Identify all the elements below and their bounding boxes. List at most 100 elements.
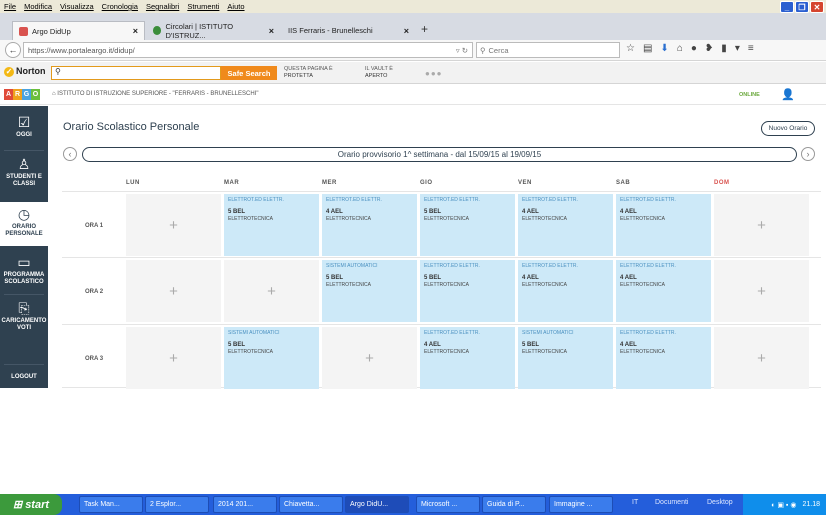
clock: 21.18: [802, 501, 820, 508]
tab-circolari[interactable]: Circolari | ISTITUTO D'ISTRUZ... ×: [147, 21, 280, 40]
maximize-icon[interactable]: ❐: [795, 1, 809, 13]
menu-file[interactable]: File: [4, 2, 16, 11]
taskbar-item[interactable]: Microsoft ...: [416, 496, 480, 513]
taskbar-item[interactable]: Immagine ...: [549, 496, 613, 513]
language-indicator[interactable]: IT: [632, 499, 638, 506]
page-protected-status[interactable]: QUESTA PAGINA È PROTETTA: [284, 66, 333, 80]
empty-slot-cell[interactable]: +: [126, 327, 221, 389]
new-schedule-button[interactable]: Nuovo Orario: [761, 121, 815, 136]
add-lesson-icon[interactable]: +: [714, 260, 809, 322]
vault-status[interactable]: IL VAULT È APERTO: [365, 66, 393, 80]
lesson-cell[interactable]: ELETTROT.ED ELETTR. 4 AEL ELETTROTECNICA: [616, 194, 711, 256]
documents-toolbar[interactable]: Documenti: [655, 499, 688, 506]
add-lesson-icon[interactable]: +: [126, 194, 221, 256]
user-icon[interactable]: 👤: [781, 88, 795, 101]
home-icon[interactable]: ⌂: [677, 43, 683, 54]
screen: File Modifica Visualizza Cronologia Segn…: [0, 0, 826, 515]
add-lesson-icon[interactable]: +: [126, 327, 221, 389]
dropdown-icon[interactable]: ▾: [735, 43, 740, 54]
empty-slot-cell[interactable]: +: [714, 260, 809, 322]
back-button[interactable]: ←: [5, 42, 21, 58]
lesson-cell[interactable]: ELETTROT.ED ELETTR. 5 BEL ELETTROTECNICA: [420, 260, 515, 322]
empty-slot-cell[interactable]: +: [322, 327, 417, 389]
pocket-icon[interactable]: ❥: [705, 43, 713, 54]
menu-visualizza[interactable]: Visualizza: [60, 2, 94, 11]
menu-segnalibri[interactable]: Segnalibri: [146, 2, 179, 11]
safe-search-button[interactable]: Safe Search: [221, 66, 277, 80]
minimize-icon[interactable]: _: [780, 1, 794, 13]
desktop-toolbar[interactable]: Desktop: [707, 499, 733, 506]
add-lesson-icon[interactable]: +: [126, 260, 221, 322]
sidebar-item-programma[interactable]: ▭ PROGRAMMA SCOLASTICO: [0, 254, 48, 286]
menu-aiuto[interactable]: Aiuto: [227, 2, 244, 11]
empty-slot-cell[interactable]: +: [224, 260, 319, 322]
lesson-subject: ELETTROT.ED ELETTR.: [620, 330, 676, 336]
sidebar-item-orario-personale[interactable]: ◷ ORARIO PERSONALE: [0, 202, 48, 246]
add-lesson-icon[interactable]: +: [714, 327, 809, 389]
empty-slot-cell[interactable]: +: [126, 260, 221, 322]
lesson-cell[interactable]: ELETTROT.ED ELETTR. 4 AEL ELETTROTECNICA: [322, 194, 417, 256]
empty-slot-cell[interactable]: +: [126, 194, 221, 256]
new-tab-button[interactable]: +: [421, 22, 428, 36]
prev-week-button[interactable]: ‹: [63, 147, 77, 161]
norton-more-icon[interactable]: ●●●: [425, 69, 443, 78]
url-bar[interactable]: https://www.portaleargo.it/didup/ ▿ ↻: [23, 42, 473, 58]
taskbar-item[interactable]: Task Man...: [79, 496, 143, 513]
reading-list-icon[interactable]: ▤: [643, 43, 652, 54]
add-lesson-icon[interactable]: +: [714, 194, 809, 256]
lesson-cell[interactable]: ELETTROT.ED ELETTR. 5 BEL ELETTROTECNICA: [224, 194, 319, 256]
lesson-cell[interactable]: ELETTROT.ED ELETTR. 4 AEL ELETTROTECNICA: [518, 194, 613, 256]
lesson-cell[interactable]: SISTEMI AUTOMATICI 5 BEL ELETTROTECNICA: [518, 327, 613, 389]
lesson-cell[interactable]: SISTEMI AUTOMATICI 5 BEL ELETTROTECNICA: [322, 260, 417, 322]
download-icon[interactable]: ⬇: [660, 43, 668, 54]
menu-cronologia[interactable]: Cronologia: [102, 2, 138, 11]
book-icon: ▭: [17, 254, 31, 270]
grid-line: [62, 257, 821, 258]
clipboard-icon[interactable]: ▮: [721, 43, 727, 54]
next-week-button[interactable]: ›: [801, 147, 815, 161]
lesson-cell[interactable]: ELETTROT.ED ELETTR. 4 AEL ELETTROTECNICA: [420, 327, 515, 389]
lesson-specialization: ELETTROTECNICA: [522, 216, 568, 222]
menu-modifica[interactable]: Modifica: [24, 2, 52, 11]
taskbar-item[interactable]: 2 Esplor...: [145, 496, 209, 513]
argo-logo: A R G O: [4, 89, 40, 100]
sidebar-item-studenti-classi[interactable]: ♙ STUDENTI E CLASSI: [0, 156, 48, 188]
tab-iis-ferraris[interactable]: IIS Ferraris - Brunelleschi ×: [282, 21, 415, 40]
taskbar-item[interactable]: Guida di P...: [482, 496, 546, 513]
home-icon[interactable]: ⌂: [52, 91, 56, 97]
reload-icon[interactable]: ▿ ↻: [456, 46, 468, 55]
lesson-cell[interactable]: ELETTROT.ED ELETTR. 4 AEL ELETTROTECNICA: [616, 327, 711, 389]
empty-slot-cell[interactable]: +: [714, 327, 809, 389]
taskbar-item[interactable]: Chiavetta...: [279, 496, 343, 513]
lesson-cell[interactable]: ELETTROT.ED ELETTR. 5 BEL ELETTROTECNICA: [420, 194, 515, 256]
add-lesson-icon[interactable]: +: [224, 260, 319, 322]
toolbar-icons: ☆ ▤ ⬇ ⌂ ● ❥ ▮ ▾ ≡: [626, 43, 754, 54]
menu-strumenti[interactable]: Strumenti: [187, 2, 219, 11]
online-status: ONLINE: [739, 92, 760, 98]
sidebar-item-caricamento-voti[interactable]: ⎘ CARICAMENTO VOTI: [0, 300, 48, 332]
start-button[interactable]: ⊞ start: [0, 494, 62, 515]
taskbar-item[interactable]: 2014 201...: [213, 496, 277, 513]
chat-icon[interactable]: ●: [691, 43, 697, 54]
tray-icons[interactable]: ◐ ▣ ▪ ◉: [771, 501, 796, 509]
norton-search-input[interactable]: ⚲: [51, 66, 221, 80]
close-window-icon[interactable]: ✕: [810, 1, 824, 13]
lesson-cell[interactable]: ELETTROT.ED ELETTR. 4 AEL ELETTROTECNICA: [616, 260, 711, 322]
lesson-cell[interactable]: ELETTROT.ED ELETTR. 4 AEL ELETTROTECNICA: [518, 260, 613, 322]
day-header: VEN: [518, 180, 532, 186]
lesson-cell[interactable]: SISTEMI AUTOMATICI 5 BEL ELETTROTECNICA: [224, 327, 319, 389]
bookmark-star-icon[interactable]: ☆: [626, 43, 635, 54]
tab-argo-didup[interactable]: Argo DidUp ×: [12, 21, 145, 40]
sidebar-item-oggi[interactable]: ☑ OGGI: [0, 114, 48, 139]
close-tab-icon[interactable]: ×: [269, 26, 274, 36]
day-header: GIO: [420, 180, 433, 186]
empty-slot-cell[interactable]: +: [714, 194, 809, 256]
menu-icon[interactable]: ≡: [748, 43, 754, 54]
close-tab-icon[interactable]: ×: [133, 26, 138, 36]
add-lesson-icon[interactable]: +: [322, 327, 417, 389]
taskbar-item[interactable]: Argo DidU...: [345, 496, 409, 513]
logout-button[interactable]: LOGOUT: [0, 374, 48, 381]
week-selector[interactable]: Orario provvisorio 1^ settimana - dal 15…: [82, 147, 797, 162]
search-input[interactable]: ⚲ Cerca: [476, 42, 620, 58]
close-tab-icon[interactable]: ×: [404, 26, 409, 36]
